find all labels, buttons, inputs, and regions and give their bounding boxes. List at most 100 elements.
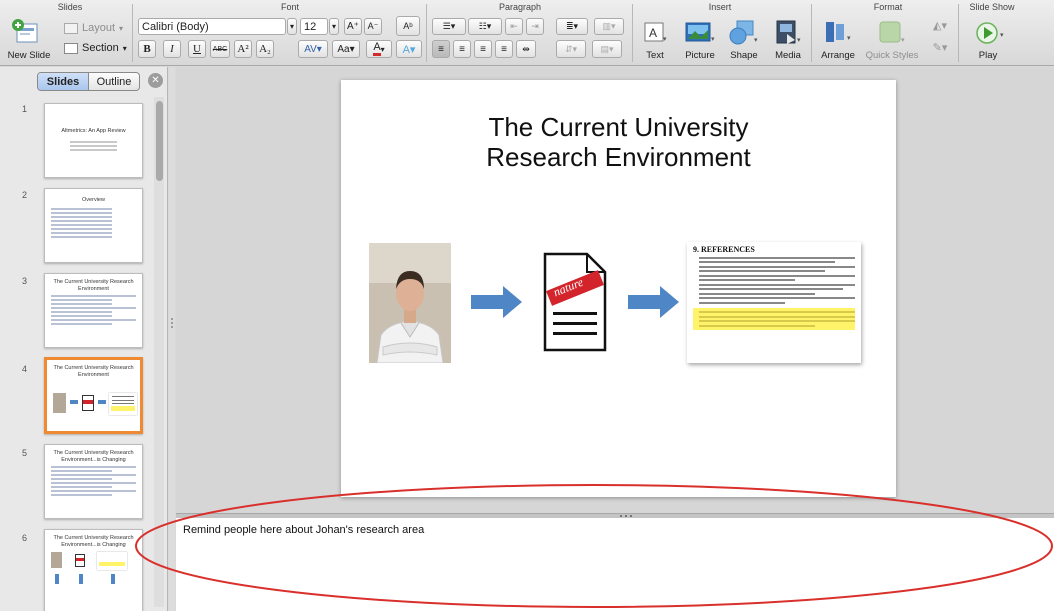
group-title-insert: Insert bbox=[708, 2, 732, 12]
line-spacing-icon: ≣▾ bbox=[565, 21, 579, 31]
numbering-button[interactable]: ☷▾ bbox=[468, 18, 502, 35]
slide-thumbnail-2[interactable]: Overview bbox=[44, 188, 143, 263]
align-center-button[interactable]: ≡ bbox=[453, 40, 471, 58]
svg-text:▾: ▾ bbox=[663, 36, 667, 43]
align-left-button[interactable]: ≡ bbox=[432, 40, 450, 58]
group-title-slide-show: Slide Show bbox=[969, 2, 1015, 12]
line-spacing-button[interactable]: ≣▾ bbox=[556, 18, 588, 35]
tab-slides[interactable]: Slides bbox=[38, 73, 89, 90]
insert-picture-button[interactable]: ▾ bbox=[680, 16, 720, 48]
font-name-select[interactable]: Calibri (Body) bbox=[138, 18, 286, 35]
font-size-select[interactable]: 12 bbox=[300, 18, 328, 35]
references-heading: 9. REFERENCES bbox=[693, 245, 755, 254]
insert-media-label: Media bbox=[775, 50, 801, 61]
layout-button[interactable]: Layout ▾ bbox=[64, 19, 124, 37]
quick-styles-button[interactable]: ▾ bbox=[866, 16, 916, 48]
current-slide[interactable]: The Current University Research Environm… bbox=[341, 80, 896, 497]
slide-thumbnail-1[interactable]: Altmetrics: An App Review bbox=[44, 103, 143, 178]
justify-button[interactable]: ≡ bbox=[495, 40, 513, 58]
thumbnail-title: The Current University Research Environm… bbox=[53, 365, 134, 378]
distribute-button[interactable]: ⇹ bbox=[516, 40, 536, 58]
shape-fill-button[interactable]: ◭▾ bbox=[926, 16, 954, 34]
references-card[interactable]: 9. REFERENCES bbox=[687, 242, 861, 363]
character-spacing-button[interactable]: AV▾ bbox=[298, 40, 328, 58]
researcher-photo[interactable] bbox=[369, 243, 451, 363]
journal-document[interactable]: nature bbox=[543, 252, 607, 352]
slide-number: 4 bbox=[22, 364, 28, 374]
scrollbar-thumb[interactable] bbox=[156, 101, 163, 181]
splitter-grip bbox=[620, 515, 622, 517]
font-name-dropdown[interactable]: ▾ bbox=[287, 18, 297, 35]
decrease-indent-button[interactable]: ⇤ bbox=[505, 18, 523, 35]
slide-thumbnail-4[interactable]: The Current University Research Environm… bbox=[44, 357, 143, 434]
chevron-down-icon: ▾ bbox=[331, 22, 336, 31]
thumbnail-photo bbox=[51, 552, 62, 568]
slide-title-line: Research Environment bbox=[486, 142, 751, 172]
speaker-notes-text[interactable]: Remind people here about Johan's researc… bbox=[183, 524, 424, 536]
group-separator bbox=[632, 4, 633, 62]
slide-number: 3 bbox=[22, 276, 28, 286]
bold-icon: B bbox=[143, 43, 151, 55]
underline-icon: U bbox=[193, 43, 201, 55]
speaker-notes-pane[interactable]: Remind people here about Johan's researc… bbox=[176, 518, 1054, 611]
slide-title-line: The Current University bbox=[488, 112, 749, 142]
font-size-dropdown[interactable]: ▾ bbox=[329, 18, 339, 35]
svg-text:▾: ▾ bbox=[847, 35, 851, 42]
subscript-button[interactable]: A₂ bbox=[256, 40, 274, 58]
play-button[interactable]: ▾ bbox=[972, 18, 1008, 48]
insert-shape-button[interactable]: ▾ bbox=[724, 16, 764, 48]
arrange-button[interactable]: ▾ bbox=[816, 16, 860, 48]
superscript-button[interactable]: A² bbox=[234, 40, 252, 58]
text-effects-button[interactable]: A▾ bbox=[396, 40, 422, 58]
font-name-value: Calibri (Body) bbox=[142, 20, 209, 33]
grow-font-button[interactable]: A⁺ bbox=[344, 18, 362, 35]
svg-text:▾: ▾ bbox=[797, 37, 801, 44]
align-center-icon: ≡ bbox=[459, 43, 465, 55]
pane-splitter[interactable] bbox=[169, 67, 175, 611]
font-color-button[interactable]: A ▾ bbox=[366, 40, 392, 58]
shrink-font-button[interactable]: A⁻ bbox=[364, 18, 382, 35]
clear-formatting-button[interactable]: Aᵇ bbox=[396, 16, 420, 36]
increase-indent-button[interactable]: ⇥ bbox=[526, 18, 544, 35]
shape-outline-button[interactable]: ✎▾ bbox=[926, 38, 954, 56]
tab-outline[interactable]: Outline bbox=[89, 73, 139, 90]
group-separator bbox=[811, 4, 812, 62]
strikethrough-button[interactable]: ABC bbox=[210, 40, 230, 58]
powerpoint-window: Slides Font Paragraph Insert Format Slid… bbox=[0, 0, 1054, 611]
group-separator bbox=[426, 4, 427, 62]
change-case-button[interactable]: Aa▾ bbox=[332, 40, 360, 58]
text-direction-button[interactable]: ⇵▾ bbox=[556, 40, 586, 58]
grow-font-icon: A⁺ bbox=[347, 21, 359, 32]
italic-button[interactable]: I bbox=[163, 40, 181, 58]
align-text-button[interactable]: ▤▾ bbox=[592, 40, 622, 58]
bullets-button[interactable]: ☰▾ bbox=[432, 18, 466, 35]
slide-thumbnail-3[interactable]: The Current University Research Environm… bbox=[44, 273, 143, 348]
thumbnail-arrow bbox=[55, 574, 59, 584]
distribute-icon: ⇹ bbox=[522, 43, 530, 54]
insert-media-button[interactable]: ▾ bbox=[768, 16, 808, 48]
chevron-down-icon: ▾ bbox=[380, 44, 385, 54]
italic-icon: I bbox=[170, 43, 174, 55]
media-icon: ▾ bbox=[776, 20, 801, 44]
thumbnail-title: The Current University Research Environm… bbox=[53, 279, 134, 292]
section-button[interactable]: Section ▾ bbox=[64, 39, 130, 57]
underline-button[interactable]: U bbox=[188, 40, 206, 58]
columns-button[interactable]: ▥▾ bbox=[594, 18, 624, 35]
right-arrow-icon bbox=[471, 286, 522, 318]
new-slide-label: New Slide bbox=[7, 50, 51, 61]
subscript-icon: A₂ bbox=[259, 43, 271, 55]
new-slide-button[interactable] bbox=[6, 16, 46, 48]
insert-text-button[interactable]: A ▾ bbox=[636, 16, 674, 48]
thumbnail-arrow bbox=[70, 400, 78, 404]
slide-thumbnail-5[interactable]: The Current University Research Environm… bbox=[44, 444, 143, 519]
close-pane-icon[interactable]: ✕ bbox=[148, 73, 163, 88]
slide-thumbnail-6[interactable]: The Current University Research Environm… bbox=[44, 529, 143, 611]
svg-text:A: A bbox=[649, 26, 657, 40]
slide-title[interactable]: The Current University Research Environm… bbox=[341, 112, 896, 172]
document-icon bbox=[543, 252, 607, 352]
bold-button[interactable]: B bbox=[138, 40, 156, 58]
insert-picture-label: Picture bbox=[685, 50, 715, 61]
picture-icon: ▾ bbox=[685, 22, 715, 43]
slide-number: 5 bbox=[22, 448, 28, 458]
align-right-button[interactable]: ≡ bbox=[474, 40, 492, 58]
